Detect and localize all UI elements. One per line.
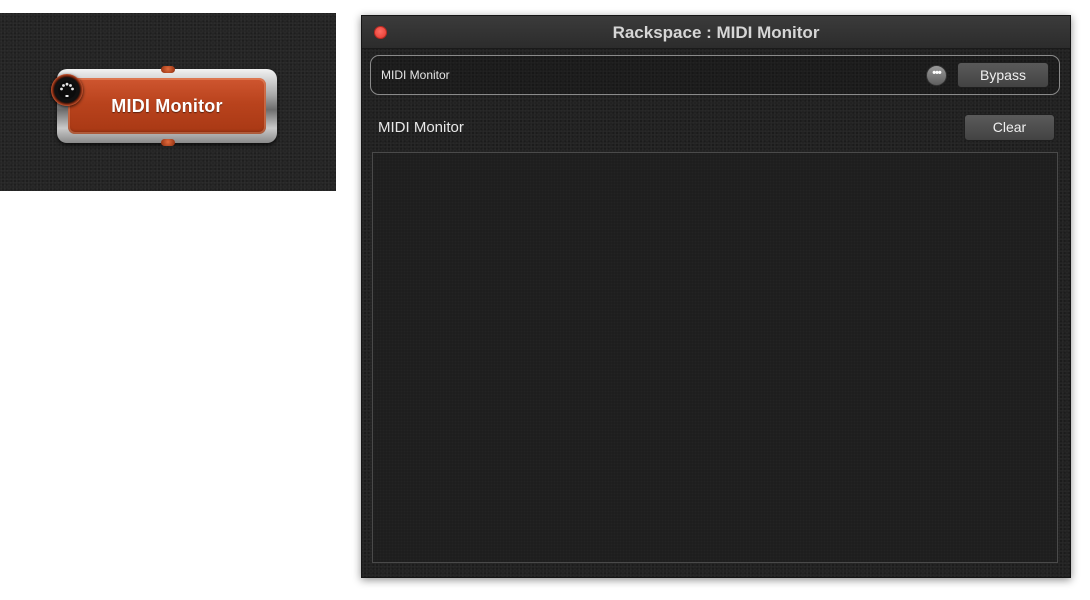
window-title: Rackspace : MIDI Monitor <box>612 23 820 42</box>
more-options-button[interactable]: ••• <box>926 65 947 86</box>
output-pin-icon[interactable] <box>161 139 175 146</box>
bypass-button[interactable]: Bypass <box>957 62 1049 88</box>
clear-button[interactable]: Clear <box>964 114 1055 141</box>
midi-log-area[interactable] <box>372 152 1058 563</box>
window-titlebar[interactable]: Rackspace : MIDI Monitor <box>362 16 1070 49</box>
plugin-block-face[interactable]: MIDI Monitor <box>68 78 266 134</box>
plugin-window: Rackspace : MIDI Monitor MIDI Monitor ••… <box>361 15 1071 578</box>
input-pin-icon[interactable] <box>161 66 175 73</box>
window-content: MIDI Monitor ••• Bypass MIDI Monitor Cle… <box>362 49 1070 577</box>
monitor-title: MIDI Monitor <box>378 119 464 136</box>
midi-port-icon <box>51 74 83 106</box>
rackspace-background: MIDI Monitor <box>0 13 336 191</box>
plugin-header-bar: MIDI Monitor ••• Bypass <box>370 55 1060 95</box>
plugin-block-label: MIDI Monitor <box>111 95 223 116</box>
midi-monitor-plugin-block[interactable]: MIDI Monitor <box>57 66 277 146</box>
plugin-name-label: MIDI Monitor <box>381 68 450 82</box>
